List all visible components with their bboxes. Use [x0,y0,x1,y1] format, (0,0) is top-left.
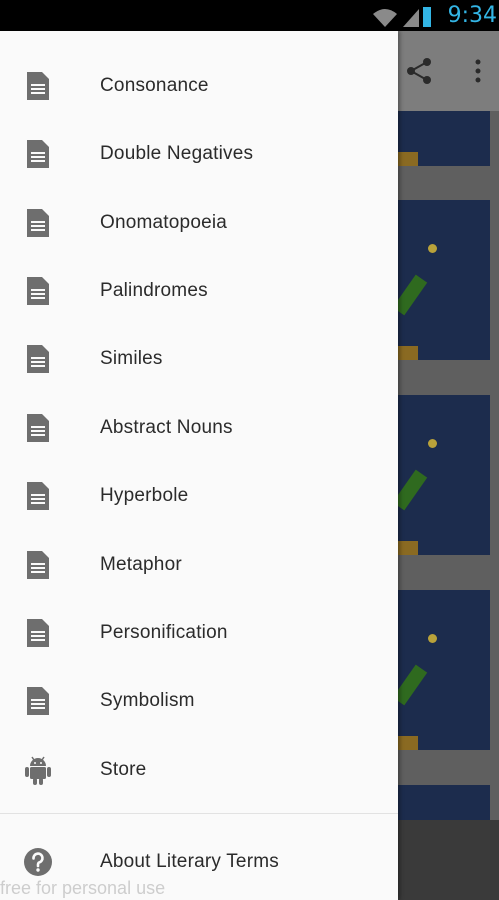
card-illustration [398,152,418,166]
card-illustration [428,634,437,643]
card-illustration [398,346,418,360]
card-illustration [398,541,418,555]
background-card [398,111,490,166]
drawer-item-label: Palindromes [100,280,208,301]
share-icon[interactable] [404,56,434,86]
watermark-text: free for personal use [0,878,166,898]
document-icon [27,345,49,373]
drawer-item-label: Store [100,759,147,780]
document-icon [27,140,49,168]
drawer-item-label: Personification [100,622,228,643]
drawer-divider [0,813,398,814]
drawer-item-label: Consonance [100,75,209,96]
drawer-item-metaphor[interactable]: Metaphor [0,531,398,599]
drawer-item-consonance[interactable]: Consonance [0,52,398,120]
drawer-item-label: Onomatopoeia [100,212,228,233]
drawer-item-label: Similes [100,348,163,369]
card-illustration [428,244,437,253]
document-icon [27,619,49,647]
signal-icon [403,9,419,27]
drawer-item-onomatopoeia[interactable]: Onomatopoeia [0,189,398,257]
android-icon [25,756,51,785]
drawer-item-label: About Literary Terms [100,851,279,872]
document-icon [27,687,49,715]
background-card [398,785,490,820]
status-time: 9:34 [447,3,497,28]
background-card [392,200,490,360]
document-icon [27,482,49,510]
drawer-item-symbolism[interactable]: Symbolism [0,667,398,735]
background-footer [398,820,499,900]
drawer-item-double-negatives[interactable]: Double Negatives [0,120,398,188]
navigation-drawer: Consonance Double Negatives Onomatopoeia… [0,31,398,900]
document-icon [27,209,49,237]
drawer-item-similes[interactable]: Similes [0,325,398,393]
drawer-item-palindromes[interactable]: Palindromes [0,257,398,325]
overflow-menu-icon[interactable] [474,58,482,84]
drawer-item-abstract-nouns[interactable]: Abstract Nouns [0,394,398,462]
document-icon [27,551,49,579]
drawer-item-label: Symbolism [100,690,195,711]
battery-charging-icon [423,7,431,27]
background-card [392,395,490,555]
drawer-item-personification[interactable]: Personification [0,599,398,667]
background-card [392,590,490,750]
drawer-item-label: Abstract Nouns [100,417,233,438]
help-icon [24,848,52,876]
wifi-icon [373,9,397,27]
status-bar: 9:34 [0,0,499,31]
wifi-signal-battery-icons [373,7,431,27]
card-illustration [428,439,437,448]
drawer-item-hyperbole[interactable]: Hyperbole [0,462,398,530]
drawer-item-label: Metaphor [100,554,182,575]
card-illustration [398,736,418,750]
status-icons [371,6,431,33]
document-icon [27,72,49,100]
drawer-item-store[interactable]: Store [0,736,398,804]
drawer-item-label: Double Negatives [100,143,254,164]
document-icon [27,414,49,442]
document-icon [27,277,49,305]
drawer-item-label: Hyperbole [100,485,189,506]
